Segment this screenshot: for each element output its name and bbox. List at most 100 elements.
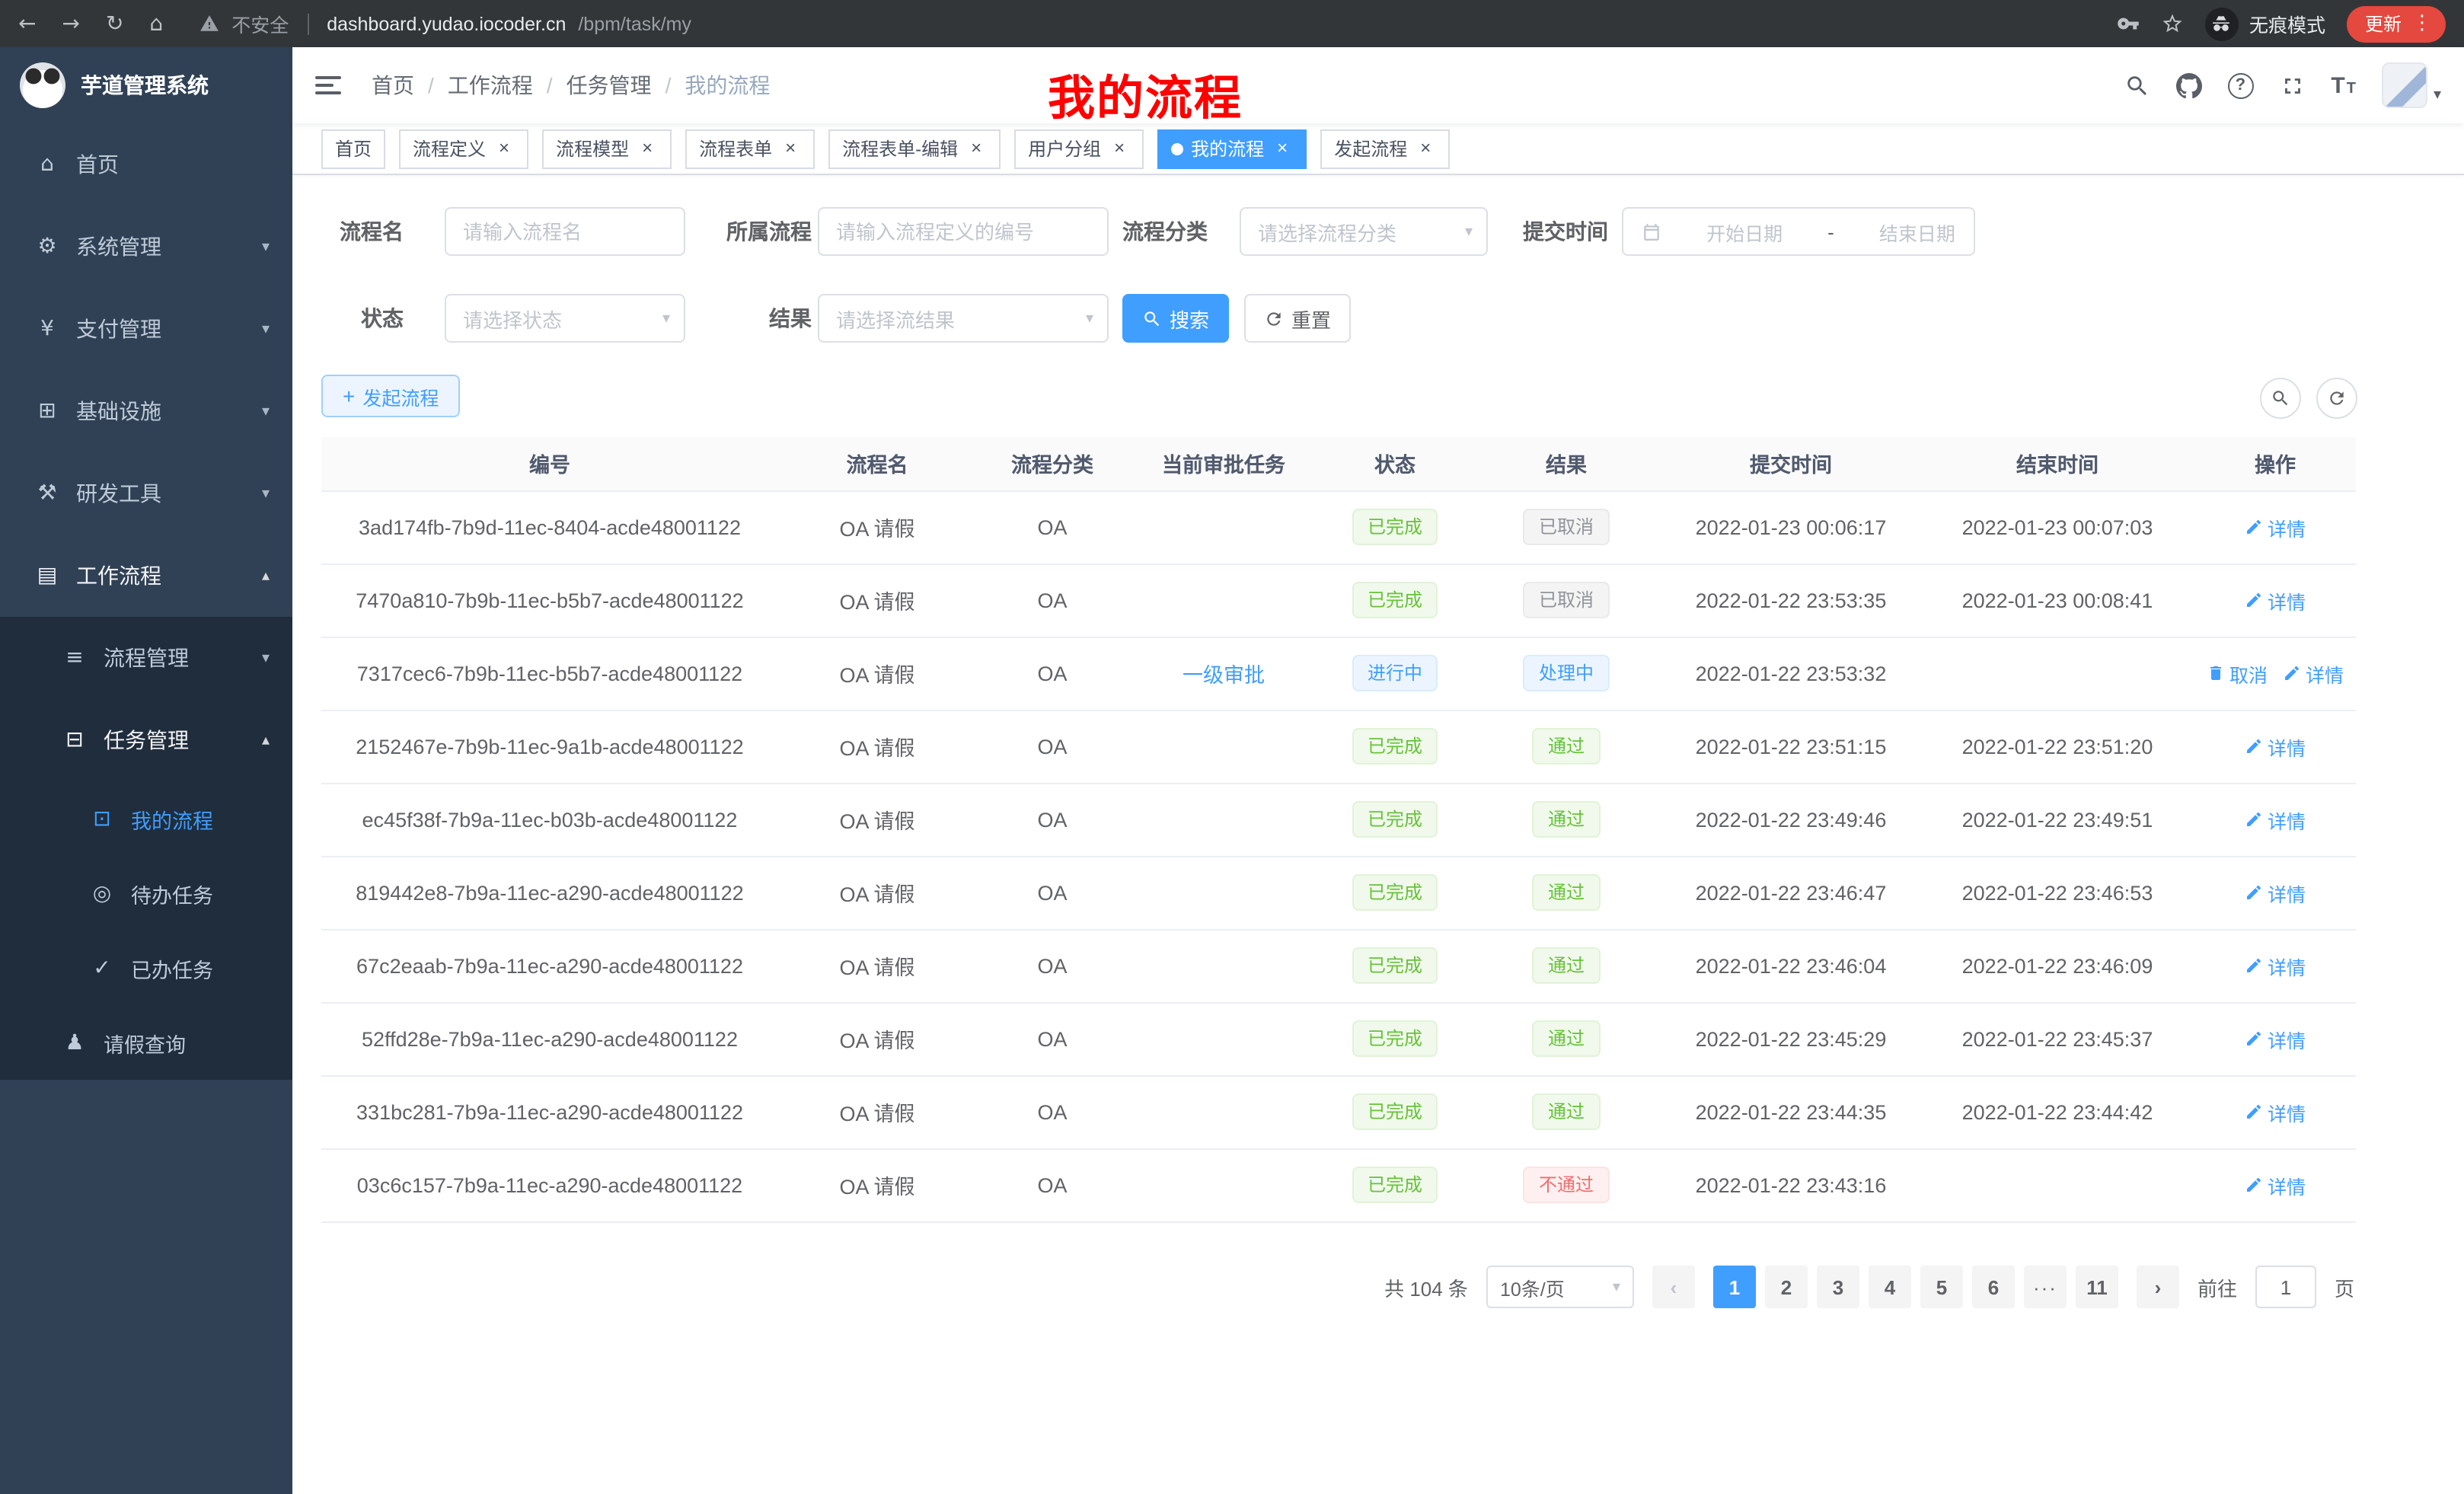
github-icon[interactable] (2175, 72, 2201, 98)
sidebar-item-home[interactable]: ⌂首页 (0, 123, 292, 206)
parent-process-input[interactable] (818, 207, 1109, 256)
page-size-select[interactable]: 10条/页 ▾ (1486, 1266, 1634, 1308)
detail-link[interactable]: 详情 (2283, 659, 2344, 688)
cell-id: 331bc281-7b9a-11ec-a290-acde48001122 (321, 1075, 778, 1148)
edit-icon (2245, 518, 2263, 536)
create-process-button[interactable]: + 发起流程 (321, 375, 460, 417)
result-select[interactable]: 请选择流结果 ▾ (818, 294, 1109, 343)
breadcrumb-item[interactable]: 首页 (372, 70, 414, 101)
back-icon[interactable]: ← (18, 13, 36, 34)
page-button-11[interactable]: 11 (2076, 1266, 2118, 1308)
cancel-link[interactable]: 取消 (2207, 659, 2268, 688)
page-button-5[interactable]: 5 (1920, 1266, 1963, 1308)
sidebar-item-my-process[interactable]: ⊡我的流程 (0, 781, 292, 856)
table-row: ec45f38f-7b9a-11ec-b03b-acde48001122OA 请… (321, 783, 2356, 856)
tab-process-form-edit[interactable]: 流程表单-编辑× (828, 129, 1001, 168)
search-button[interactable]: 搜索 (1122, 294, 1229, 343)
breadcrumb-item[interactable]: 任务管理 (567, 70, 652, 101)
url-path[interactable]: /bpm/task/my (578, 13, 691, 34)
tab-home[interactable]: 首页 (321, 129, 385, 168)
sidebar-item-payment[interactable]: ¥支付管理▾ (0, 288, 292, 370)
browser-home-icon[interactable]: ⌂ (149, 13, 163, 34)
pager-more-button[interactable]: ··· (2024, 1266, 2067, 1308)
key-icon[interactable] (2117, 12, 2140, 35)
sidebar-item-task-mgmt[interactable]: ⊟任务管理▴ (0, 699, 292, 781)
sidebar-item-process-mgmt[interactable]: ≡流程管理▾ (0, 617, 292, 699)
close-icon[interactable]: × (965, 138, 987, 159)
hamburger-icon[interactable] (315, 70, 346, 101)
page-button-2[interactable]: 2 (1765, 1266, 1808, 1308)
detail-link[interactable]: 详情 (2245, 1024, 2306, 1053)
submit-time-range-picker[interactable]: 开始日期 - 结束日期 (1622, 207, 1975, 256)
category-select[interactable]: 请选择流程分类 ▾ (1240, 207, 1488, 256)
sidebar-item-system[interactable]: ⚙系统管理▾ (0, 206, 292, 288)
update-button[interactable]: 更新 ⋮ (2347, 5, 2446, 42)
close-icon[interactable]: × (1109, 138, 1130, 159)
detail-link[interactable]: 详情 (2245, 732, 2306, 761)
detail-link[interactable]: 详情 (2245, 586, 2306, 615)
close-icon[interactable]: × (1415, 138, 1436, 159)
close-icon[interactable]: × (780, 138, 801, 159)
user-menu[interactable]: ▾ (2382, 62, 2441, 108)
sidebar-item-devtools[interactable]: ⚒研发工具▾ (0, 452, 292, 535)
sidebar-item-done-task[interactable]: ✓已办任务 (0, 931, 292, 1005)
help-icon[interactable]: ? (2227, 72, 2253, 98)
cell-submit-time: 2022-01-22 23:45:29 (1661, 1002, 1920, 1075)
detail-link[interactable]: 详情 (2245, 951, 2306, 980)
status-select[interactable]: 请选择状态 ▾ (445, 294, 685, 343)
page-button-1[interactable]: 1 (1713, 1266, 1756, 1308)
close-icon[interactable]: × (1272, 138, 1293, 159)
reset-button[interactable]: 重置 (1244, 294, 1351, 343)
search-icon[interactable] (2124, 72, 2150, 98)
sidebar-logo[interactable]: 芋道管理系统 (0, 47, 292, 123)
tab-process-form[interactable]: 流程表单× (685, 129, 815, 168)
fullscreen-icon[interactable] (2279, 72, 2305, 98)
avatar[interactable] (2382, 62, 2427, 108)
close-icon[interactable]: × (637, 138, 658, 159)
close-icon[interactable]: × (493, 138, 515, 159)
process-name-input[interactable] (445, 207, 685, 256)
cell-current-task (1128, 1148, 1319, 1221)
cell-id: 52ffd28e-7b9a-11ec-a290-acde48001122 (321, 1002, 778, 1075)
page-button-3[interactable]: 3 (1817, 1266, 1859, 1308)
detail-link[interactable]: 详情 (2245, 1097, 2306, 1126)
filter-label-category: 流程分类 (1066, 207, 1208, 256)
tab-process-definition[interactable]: 流程定义× (399, 129, 528, 168)
sidebar-item-leave-query[interactable]: ♟请假查询 (0, 1005, 292, 1080)
forward-icon[interactable]: → (62, 13, 79, 34)
address-bar[interactable]: 不安全 dashboard.yudao.iocoder.cn/bpm/task/… (199, 9, 2117, 38)
cell-id: ec45f38f-7b9a-11ec-b03b-acde48001122 (321, 783, 778, 856)
prev-page-button[interactable]: ‹ (1652, 1266, 1695, 1308)
detail-link[interactable]: 详情 (2245, 878, 2306, 907)
table-search-toggle-button[interactable] (2260, 378, 2301, 419)
url-host[interactable]: dashboard.yudao.iocoder.cn (327, 13, 566, 34)
end-date-placeholder[interactable]: 结束日期 (1879, 217, 1955, 246)
table-refresh-button[interactable] (2316, 378, 2357, 419)
detail-link[interactable]: 详情 (2245, 805, 2306, 834)
sidebar-item-infrastructure[interactable]: ⊞基础设施▾ (0, 370, 292, 452)
task-link[interactable]: 一级审批 (1183, 664, 1265, 687)
security-label[interactable]: 不安全 (231, 9, 289, 38)
detail-link[interactable]: 详情 (2245, 512, 2306, 541)
edit-icon (2245, 810, 2263, 828)
tab-user-group[interactable]: 用户分组× (1014, 129, 1144, 168)
tab-process-model[interactable]: 流程模型× (542, 129, 672, 168)
goto-page-input[interactable] (2255, 1266, 2316, 1308)
detail-link[interactable]: 详情 (2245, 1170, 2306, 1199)
reload-icon[interactable]: ↻ (106, 13, 123, 34)
cell-status: 已完成 (1319, 856, 1471, 929)
page-button-4[interactable]: 4 (1869, 1266, 1911, 1308)
sidebar-item-todo-task[interactable]: ◎待办任务 (0, 856, 292, 931)
sidebar-item-workflow[interactable]: ▤工作流程▴ (0, 535, 292, 617)
page-button-6[interactable]: 6 (1972, 1266, 2015, 1308)
breadcrumb-item[interactable]: 工作流程 (448, 70, 533, 101)
bookmark-star-icon[interactable] (2161, 12, 2184, 35)
font-size-icon[interactable]: TT (2331, 72, 2356, 98)
tab-my-process[interactable]: 我的流程× (1157, 129, 1307, 168)
menu-dots-icon[interactable]: ⋮ (2412, 12, 2432, 35)
sidebar-menu: ⌂首页⚙系统管理▾¥支付管理▾⊞基础设施▾⚒研发工具▾▤工作流程▴≡流程管理▾⊟… (0, 123, 292, 1080)
table-row: 03c6c157-7b9a-11ec-a290-acde48001122OA 请… (321, 1148, 2356, 1221)
next-page-button[interactable]: › (2137, 1266, 2179, 1308)
tab-start-process[interactable]: 发起流程× (1320, 129, 1450, 168)
start-date-placeholder[interactable]: 开始日期 (1706, 217, 1783, 246)
